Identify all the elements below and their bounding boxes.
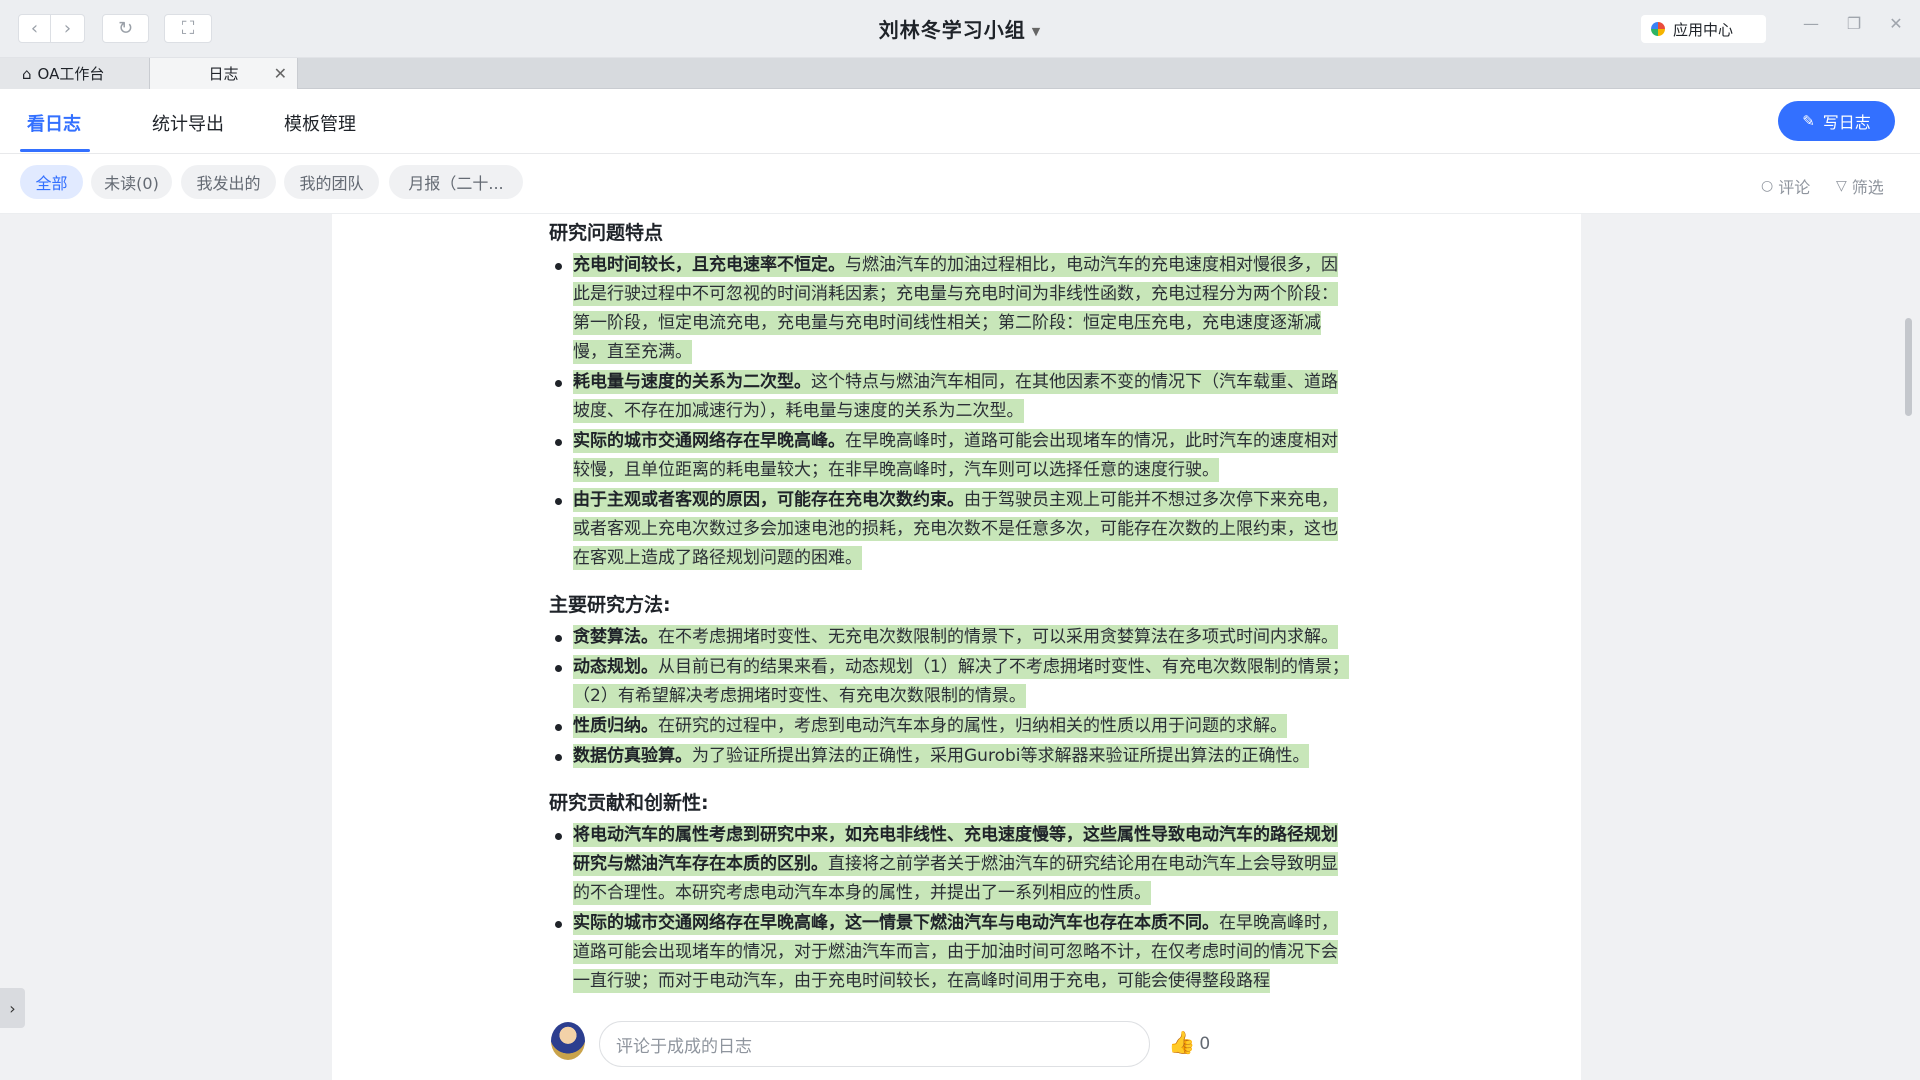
list-item: 实际的城市交通网络存在早晚高峰。在早晚高峰时，道路可能会出现堵车的情况，此时汽车…	[549, 427, 1349, 485]
filter-chip-my-team[interactable]: 我的团队	[284, 165, 379, 199]
tab-template-manage[interactable]: 模板管理	[284, 110, 356, 136]
close-tab-icon[interactable]: ✕	[274, 64, 287, 83]
list-item: 实际的城市交通网络存在早晚高峰，这一情景下燃油汽车与电动汽车也存在本质不同。在早…	[549, 909, 1349, 996]
filter-chip-unread[interactable]: 未读(0)	[91, 165, 172, 199]
bullet-list: 充电时间较长，且充电速率不恒定。与燃油汽车的加油过程相比，电动汽车的充电速度相对…	[549, 251, 1349, 573]
active-tab-indicator	[20, 149, 90, 152]
tab-strip: ⌂ OA工作台 日志 ✕	[0, 58, 1920, 89]
highlighted-text: 实际的城市交通网络存在早晚高峰，这一情景下燃油汽车与电动汽车也存在本质不同。在早…	[573, 911, 1338, 993]
app-center-button[interactable]: 应用中心	[1641, 15, 1766, 43]
bullet-bold-lead: 性质归纳。	[573, 716, 658, 736]
highlighted-text: 耗电量与速度的关系为二次型。这个特点与燃油汽车相同，在其他因素不变的情况下（汽车…	[573, 370, 1338, 423]
highlighted-text: 动态规划。从目前已有的结果来看，动态规划（1）解决了不考虑拥堵时变性、有充电次数…	[573, 655, 1349, 708]
window-title[interactable]: 刘林冬学习小组 ▼	[0, 14, 1920, 43]
expand-sidebar-handle[interactable]: ›	[0, 988, 25, 1028]
bullet-bold-lead: 实际的城市交通网络存在早晚高峰。	[573, 431, 845, 451]
group-name: 刘林冬学习小组	[878, 18, 1026, 42]
write-log-button[interactable]: ✎ 写日志	[1778, 101, 1895, 141]
section-heading: 主要研究方法:	[549, 594, 671, 616]
list-item: 数据仿真验算。为了验证所提出算法的正确性，采用Gurobi等求解器来验证所提出算…	[549, 742, 1349, 771]
bullet-body: 在研究的过程中，考虑到电动汽车本身的属性，归纳相关的性质以用于问题的求解。	[658, 716, 1287, 736]
chevron-right-icon: ›	[9, 998, 16, 1018]
tab-view-logs[interactable]: 看日志	[27, 110, 81, 136]
filter-icon: ▽	[1836, 178, 1847, 194]
section-heading: 研究贡献和创新性:	[549, 792, 709, 814]
bullet-bold-lead: 由于主观或者客观的原因，可能存在充电次数约束。	[573, 490, 964, 510]
bullet-body: 在不考虑拥堵时变性、无充电次数限制的情景下，可以采用贪婪算法在多项式时间内求解。	[658, 627, 1338, 647]
comment-filter-label: 评论	[1778, 178, 1811, 197]
thumbs-up-icon: 👍	[1168, 1031, 1196, 1056]
filter-chip-all[interactable]: 全部	[20, 165, 83, 199]
app-center-label: 应用中心	[1673, 20, 1734, 39]
filter-chip-sent-by-me[interactable]: 我发出的	[181, 165, 276, 199]
bullet-bold-lead: 贪婪算法。	[573, 627, 658, 647]
list-item: 充电时间较长，且充电速率不恒定。与燃油汽车的加油过程相比，电动汽车的充电速度相对…	[549, 251, 1349, 367]
tab-stats-export[interactable]: 统计导出	[152, 110, 224, 136]
close-button[interactable]: ✕	[1881, 14, 1911, 33]
highlighted-text: 贪婪算法。在不考虑拥堵时变性、无充电次数限制的情景下，可以采用贪婪算法在多项式时…	[573, 625, 1338, 649]
pen-icon: ✎	[1802, 112, 1815, 130]
highlighted-text: 性质归纳。在研究的过程中，考虑到电动汽车本身的属性，归纳相关的性质以用于问题的求…	[573, 714, 1287, 738]
scrollbar-thumb[interactable]	[1905, 318, 1912, 416]
tab-label: OA工作台	[37, 65, 105, 83]
like-count: 0	[1199, 1033, 1211, 1054]
list-item: 由于主观或者客观的原因，可能存在充电次数约束。由于驾驶员主观上可能并不想过多次停…	[549, 486, 1349, 573]
tab-label: 日志	[208, 65, 239, 83]
log-document: 研究问题特点充电时间较长，且充电速率不恒定。与燃油汽车的加油过程相比，电动汽车的…	[549, 214, 1349, 997]
bullet-bold-lead: 数据仿真验算。	[573, 746, 692, 766]
tab-log[interactable]: 日志 ✕	[150, 58, 298, 89]
filter-bar: 全部 未读(0) 我发出的 我的团队 月报（二十... ○ 评论 ▽ 筛选	[0, 154, 1920, 214]
bullet-bold-lead: 动态规划。	[573, 657, 658, 677]
minimize-button[interactable]: —	[1796, 14, 1826, 33]
log-content-panel: 研究问题特点充电时间较长，且充电速率不恒定。与燃油汽车的加油过程相比，电动汽车的…	[332, 214, 1581, 1080]
bullet-list: 贪婪算法。在不考虑拥堵时变性、无充电次数限制的情景下，可以采用贪婪算法在多项式时…	[549, 623, 1349, 771]
write-log-label: 写日志	[1822, 113, 1871, 132]
bullet-bold-lead: 实际的城市交通网络存在早晚高峰，这一情景下燃油汽车与电动汽车也存在本质不同。	[573, 913, 1219, 933]
caret-down-icon: ▼	[1031, 25, 1042, 38]
comment-bar: 评论于成成的日志 👍 0	[332, 1010, 1581, 1080]
list-item: 将电动汽车的属性考虑到研究中来，如充电非线性、充电速度慢等，这些属性导致电动汽车…	[549, 821, 1349, 908]
comment-icon: ○	[1761, 178, 1774, 194]
highlighted-text: 数据仿真验算。为了验证所提出算法的正确性，采用Gurobi等求解器来验证所提出算…	[573, 744, 1310, 768]
highlighted-text: 实际的城市交通网络存在早晚高峰。在早晚高峰时，道路可能会出现堵车的情况，此时汽车…	[573, 429, 1338, 482]
filter-label: 筛选	[1851, 178, 1884, 197]
comment-filter-button[interactable]: ○ 评论	[1761, 174, 1810, 198]
highlighted-text: 充电时间较长，且充电速率不恒定。与燃油汽车的加油过程相比，电动汽车的充电速度相对…	[573, 253, 1338, 364]
bullet-bold-lead: 耗电量与速度的关系为二次型。	[573, 372, 811, 392]
highlighted-text: 由于主观或者客观的原因，可能存在充电次数约束。由于驾驶员主观上可能并不想过多次停…	[573, 488, 1338, 570]
highlighted-text: 将电动汽车的属性考虑到研究中来，如充电非线性、充电速度慢等，这些属性导致电动汽车…	[573, 823, 1338, 905]
nav-bar: 看日志 统计导出 模板管理 ✎ 写日志	[0, 89, 1920, 154]
comment-input[interactable]: 评论于成成的日志	[599, 1021, 1150, 1067]
bullet-body: 从目前已有的结果来看，动态规划（1）解决了不考虑拥堵时变性、有充电次数限制的情景…	[573, 657, 1349, 706]
list-item: 性质归纳。在研究的过程中，考虑到电动汽车本身的属性，归纳相关的性质以用于问题的求…	[549, 712, 1349, 741]
filter-button[interactable]: ▽ 筛选	[1836, 174, 1884, 198]
home-icon: ⌂	[22, 64, 32, 83]
like-button[interactable]: 👍 0	[1168, 1031, 1210, 1056]
bullet-bold-lead: 充电时间较长，且充电速率不恒定。	[573, 255, 845, 275]
tab-oa-workbench[interactable]: ⌂ OA工作台	[0, 58, 150, 89]
bullet-body: 为了验证所提出算法的正确性，采用Gurobi等求解器来验证所提出算法的正确性。	[692, 746, 1310, 766]
list-item: 贪婪算法。在不考虑拥堵时变性、无充电次数限制的情景下，可以采用贪婪算法在多项式时…	[549, 623, 1349, 652]
section-heading: 研究问题特点	[549, 222, 664, 244]
bullet-list: 将电动汽车的属性考虑到研究中来，如充电非线性、充电速度慢等，这些属性导致电动汽车…	[549, 821, 1349, 996]
filter-chip-monthly[interactable]: 月报（二十...	[389, 165, 523, 199]
app-center-logo-icon	[1651, 22, 1665, 36]
restore-button[interactable]: ❐	[1839, 14, 1869, 33]
list-item: 动态规划。从目前已有的结果来看，动态规划（1）解决了不考虑拥堵时变性、有充电次数…	[549, 653, 1349, 711]
list-item: 耗电量与速度的关系为二次型。这个特点与燃油汽车相同，在其他因素不变的情况下（汽车…	[549, 368, 1349, 426]
avatar	[551, 1022, 585, 1060]
title-bar: ‹ › ↻ ⛶ 刘林冬学习小组 ▼ 应用中心 — ❐ ✕	[0, 0, 1920, 58]
